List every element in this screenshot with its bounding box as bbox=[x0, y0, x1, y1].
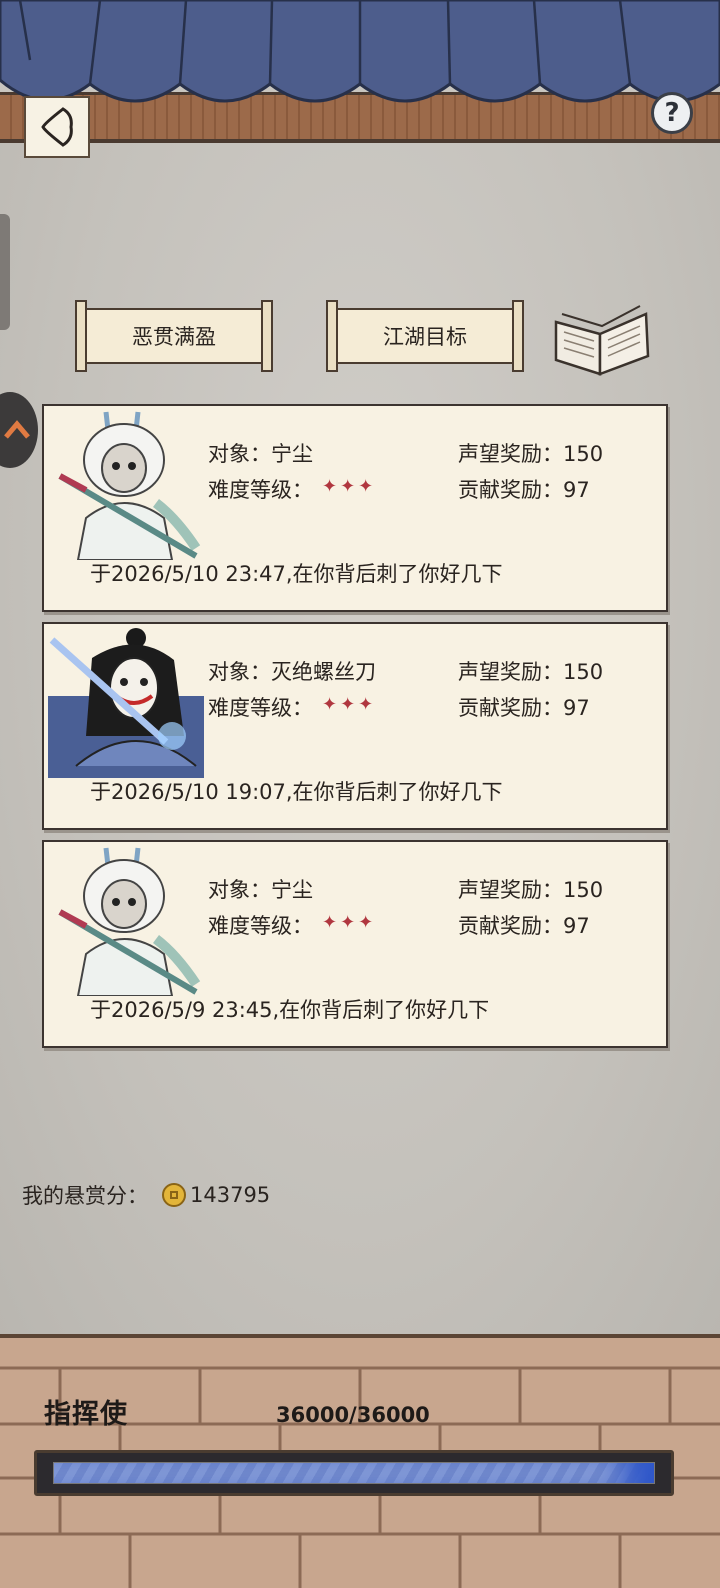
reputation-label: 声望奖励： bbox=[458, 878, 563, 902]
target-label: 对象： bbox=[208, 878, 271, 902]
target-name: 宁尘 bbox=[271, 878, 313, 902]
contribution-value: 97 bbox=[563, 914, 590, 938]
reputation-label: 声望奖励： bbox=[458, 660, 563, 684]
target-name: 灭绝螺丝刀 bbox=[271, 660, 376, 684]
awning bbox=[0, 0, 720, 103]
bounty-score: 我的悬赏分： 143795 bbox=[22, 1180, 270, 1210]
difficulty-label: 难度等级： bbox=[208, 696, 313, 720]
rank-title: 指挥使 bbox=[44, 1399, 128, 1430]
reputation-value: 150 bbox=[563, 660, 604, 684]
exp-progress-bar bbox=[34, 1450, 674, 1496]
reputation-value: 150 bbox=[563, 878, 604, 902]
tab-label: 恶贯满盈 bbox=[85, 308, 263, 364]
bounty-value: 143795 bbox=[190, 1183, 271, 1207]
contribution-value: 97 bbox=[563, 478, 590, 502]
difficulty-label: 难度等级： bbox=[208, 478, 313, 502]
exp-text: 36000/36000 bbox=[276, 1403, 430, 1427]
difficulty-stars: ✦✦✦ bbox=[322, 912, 377, 933]
target-label: 对象： bbox=[208, 442, 271, 466]
bounty-label: 我的悬赏分： bbox=[22, 1184, 148, 1208]
chevron-icon bbox=[4, 420, 30, 439]
event-message: 于2026/5/10 19:07,在你背后刺了你好几下 bbox=[90, 780, 503, 804]
difficulty-label: 难度等级： bbox=[208, 914, 313, 938]
character-avatar-icon bbox=[58, 411, 201, 560]
bounty-card[interactable]: 对象：宁尘 难度等级： ✦✦✦ 声望奖励：150 贡献奖励：97 于2026/5… bbox=[42, 840, 668, 1048]
character-avatar-icon bbox=[58, 847, 201, 996]
scroll-rod bbox=[512, 300, 524, 372]
tab-label: 江湖目标 bbox=[336, 308, 514, 364]
reputation-label: 声望奖励： bbox=[458, 442, 563, 466]
help-button[interactable]: ? bbox=[651, 92, 693, 134]
difficulty-stars: ✦✦✦ bbox=[322, 476, 377, 497]
back-button[interactable] bbox=[24, 96, 90, 158]
exp-fill bbox=[54, 1463, 654, 1483]
tab-notorious[interactable]: 恶贯满盈 bbox=[75, 300, 273, 372]
event-message: 于2026/5/9 23:45,在你背后刺了你好几下 bbox=[90, 998, 490, 1022]
target-name: 宁尘 bbox=[271, 442, 313, 466]
tab-jianghu-target[interactable]: 江湖目标 bbox=[326, 300, 524, 372]
back-arrow-icon bbox=[41, 107, 73, 147]
contribution-label: 贡献奖励： bbox=[458, 478, 563, 502]
coin-icon bbox=[162, 1183, 186, 1207]
bounty-card[interactable]: 对象：灭绝螺丝刀 难度等级： ✦✦✦ 声望奖励：150 贡献奖励：97 于202… bbox=[42, 622, 668, 830]
difficulty-stars: ✦✦✦ bbox=[322, 694, 377, 715]
contribution-value: 97 bbox=[563, 696, 590, 720]
scroll-rod bbox=[261, 300, 273, 372]
side-drawer-handle[interactable] bbox=[0, 214, 10, 330]
event-message: 于2026/5/10 23:47,在你背后刺了你好几下 bbox=[90, 562, 503, 586]
contribution-label: 贡献奖励： bbox=[458, 914, 563, 938]
contribution-label: 贡献奖励： bbox=[458, 696, 563, 720]
reputation-value: 150 bbox=[563, 442, 604, 466]
bounty-card[interactable]: 对象：宁尘 难度等级： ✦✦✦ 声望奖励：150 贡献奖励：97 于2026/5… bbox=[42, 404, 668, 612]
exp-track bbox=[53, 1462, 655, 1484]
target-label: 对象： bbox=[208, 660, 271, 684]
book-icon[interactable] bbox=[552, 300, 652, 376]
character-avatar-icon bbox=[48, 628, 204, 778]
